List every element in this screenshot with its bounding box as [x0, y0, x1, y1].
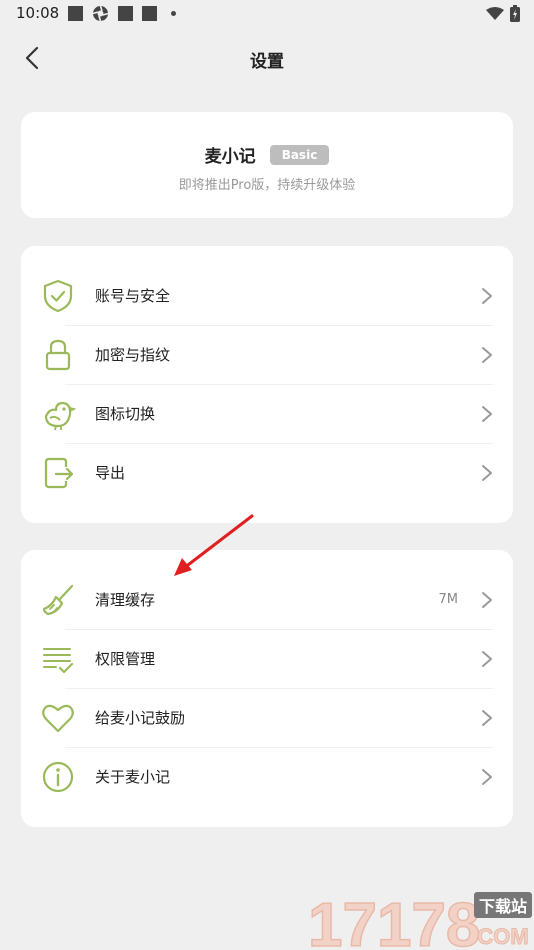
nav-bar: 设置 — [0, 36, 534, 80]
menu-item-permissions[interactable]: 权限管理 — [21, 629, 513, 688]
chevron-right-icon — [482, 769, 492, 785]
plan-badge: Basic — [269, 144, 330, 165]
settings-screen: 10:08 设置 麦小记 Basic 即将推出Pro版，持续升级体验 账号与安全… — [0, 0, 534, 950]
chevron-right-icon — [482, 347, 492, 363]
page-title: 设置 — [250, 52, 284, 72]
menu-item-label: 导出 — [95, 464, 126, 482]
menu-item-clear-cache[interactable]: 清理缓存 7M — [21, 570, 513, 629]
chevron-right-icon — [482, 710, 492, 726]
menu-item-label: 图标切换 — [95, 405, 156, 423]
wifi-icon — [486, 6, 504, 20]
status-time: 10:08 — [16, 4, 60, 22]
chevron-right-icon — [482, 465, 492, 481]
menu-item-label: 加密与指纹 — [95, 346, 171, 364]
watermark-domain: COM — [477, 924, 528, 949]
notification-icon — [142, 6, 157, 21]
menu-item-encourage[interactable]: 给麦小记鼓励 — [21, 688, 513, 747]
annotation-arrow-icon — [174, 514, 254, 576]
status-bar: 10:08 — [0, 0, 534, 28]
menu-item-label: 账号与安全 — [95, 287, 171, 305]
menu-item-icon-switch[interactable]: 图标切换 — [21, 384, 513, 443]
shield-check-icon — [43, 279, 73, 313]
menu-item-label: 权限管理 — [95, 650, 156, 668]
menu-list: 账号与安全 加密与指纹 图标切换 导出 — [21, 266, 513, 502]
profile-subtitle: 即将推出Pro版，持续升级体验 — [178, 178, 356, 193]
status-right — [486, 5, 520, 22]
heart-icon — [42, 704, 74, 733]
menu-card-account: 账号与安全 加密与指纹 图标切换 导出 — [21, 246, 513, 523]
menu-item-label: 清理缓存 — [95, 591, 156, 609]
watermark-logo: 17178 下载站 COM — [307, 890, 532, 950]
menu-item-about[interactable]: 关于麦小记 — [21, 747, 513, 806]
menu-item-label: 关于麦小记 — [95, 768, 171, 786]
export-icon — [44, 457, 74, 489]
bird-icon — [44, 401, 76, 431]
profile-name-row: 麦小记 Basic — [21, 142, 513, 167]
chevron-right-icon — [482, 651, 492, 667]
menu-item-encryption-fingerprint[interactable]: 加密与指纹 — [21, 325, 513, 384]
watermark-site-label: 下载站 — [479, 897, 527, 916]
info-icon — [42, 761, 74, 793]
chevron-right-icon — [482, 592, 492, 608]
chevron-right-icon — [482, 406, 492, 422]
aperture-icon — [92, 5, 109, 22]
menu-item-export[interactable]: 导出 — [21, 443, 513, 502]
cache-size: 7M — [438, 592, 459, 607]
notification-icon — [68, 6, 83, 21]
menu-item-label: 给麦小记鼓励 — [95, 709, 186, 727]
menu-item-account-security[interactable]: 账号与安全 — [21, 266, 513, 325]
lock-icon — [45, 339, 71, 371]
watermark-number: 17178 — [308, 891, 480, 950]
battery-icon — [510, 5, 520, 22]
list-check-icon — [43, 648, 74, 674]
profile-card: 麦小记 Basic 即将推出Pro版，持续升级体验 — [21, 112, 513, 218]
broom-icon — [42, 584, 74, 616]
notification-icon — [118, 6, 133, 21]
chevron-right-icon — [482, 288, 492, 304]
menu-list: 清理缓存 7M 权限管理 给麦小记鼓励 关于麦小记 — [21, 570, 513, 806]
more-notifications-dot — [171, 11, 176, 16]
app-name: 麦小记 — [204, 147, 256, 167]
menu-card-app: 清理缓存 7M 权限管理 给麦小记鼓励 关于麦小记 — [21, 550, 513, 827]
